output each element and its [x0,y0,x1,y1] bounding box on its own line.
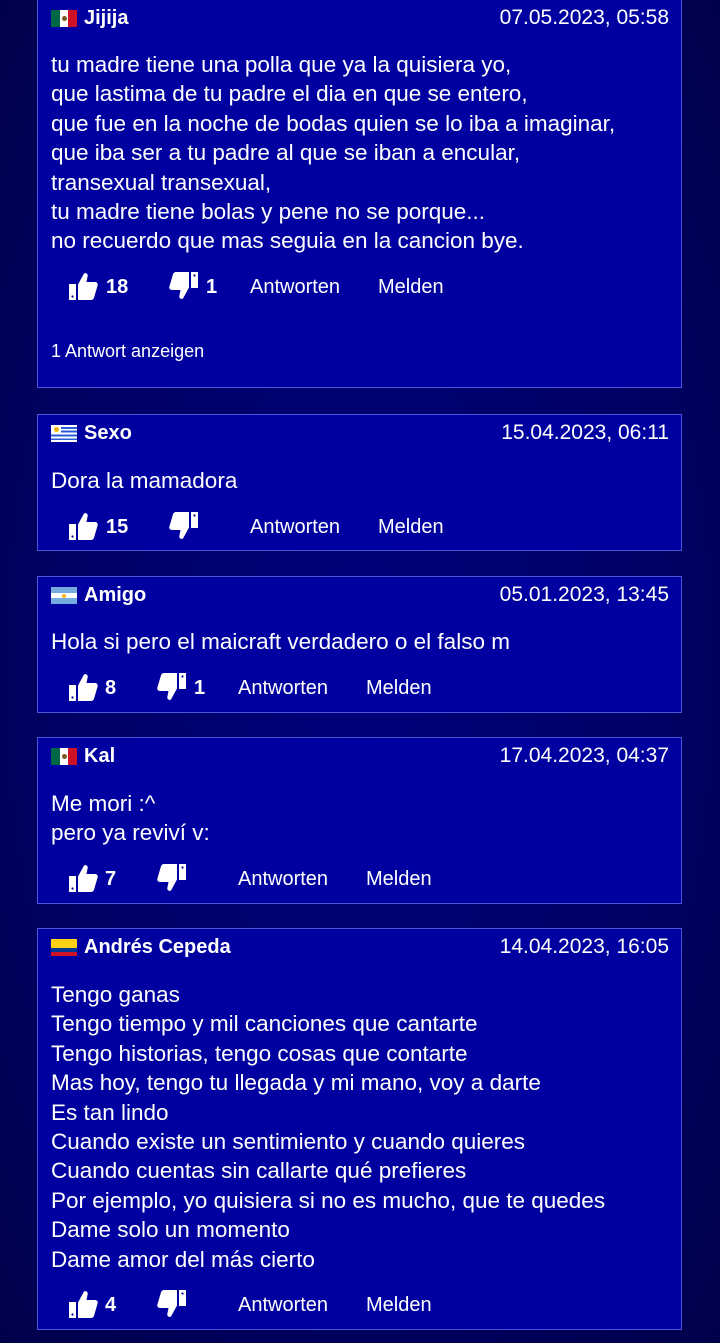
report-button[interactable]: Melden [366,671,432,705]
comment-line: Cuando cuentas sin callarte qué prefiere… [51,1158,467,1184]
comment-card: Jijija 07.05.2023, 05:58 tu madre tiene … [37,0,682,388]
comment-line: Dame amor del más cierto [51,1246,315,1272]
comment-line: pero ya reviví v: [51,820,210,846]
reply-button[interactable]: Antworten [250,510,340,544]
colombia-flag-icon [51,939,77,956]
comment-line: tu madre tiene bolas y pene no se porque… [51,199,486,225]
thumbs-up-icon[interactable] [67,510,99,542]
mexico-flag-icon [51,748,77,765]
comment-text: Dora la mamadora [51,466,673,495]
dislike-count: 1 [206,276,218,298]
comment-line: Tengo ganas [51,982,180,1007]
comment-line: Mas hoy, tengo tu llegada y mi mano, voy… [51,1070,541,1096]
uruguay-flag-icon [51,425,77,442]
thumbs-down-icon[interactable] [156,671,188,703]
comment-card: Andrés Cepeda 14.04.2023, 16:05 Tengo ga… [37,928,682,1330]
comment-actions: 7 Antworten Melden [38,862,681,896]
comment-card: Amigo 05.01.2023, 13:45 Hola si pero el … [37,576,682,713]
thumbs-down-icon[interactable] [156,1288,188,1320]
comment-date: 14.04.2023, 16:05 [499,935,669,958]
reply-button[interactable]: Antworten [238,671,328,705]
like-count: 15 [106,516,129,538]
comment-actions: 8 1 Antworten Melden [38,671,681,705]
report-button[interactable]: Melden [378,270,444,304]
comment-author[interactable]: Amigo [84,583,146,607]
comment-actions: 4 Antworten Melden [38,1288,681,1322]
comment-line: Dame solo un momento [51,1217,290,1243]
comment-actions: 18 1 Antworten Melden [38,270,681,304]
report-button[interactable]: Melden [378,510,444,544]
comment-line: Tengo tiempo y mil canciones que cantart… [51,1011,478,1037]
comment-card: Sexo 15.04.2023, 06:11 Dora la mamadora … [37,414,682,551]
comment-card: Kal 17.04.2023, 04:37 Me mori :^ pero ya… [37,737,682,904]
comment-text: Tengo ganas Tengo tiempo y mil canciones… [51,980,673,1274]
comment-author[interactable]: Sexo [84,421,132,445]
mexico-flag-icon [51,10,77,27]
comment-line: que fue en la noche de bodas quien se lo… [51,110,616,136]
like-count: 8 [105,677,117,699]
argentina-flag-icon [51,587,77,604]
thumbs-down-icon[interactable] [168,270,200,302]
reply-button[interactable]: Antworten [238,862,328,896]
comment-date: 17.04.2023, 04:37 [499,744,669,767]
comment-date: 05.01.2023, 13:45 [499,583,669,606]
report-button[interactable]: Melden [366,1288,432,1322]
report-button[interactable]: Melden [366,862,432,896]
comment-line: transexual transexual, [51,169,272,195]
like-count: 7 [105,868,117,890]
comment-line: Tengo historias, tengo cosas que contart… [51,1040,468,1066]
like-count: 18 [106,276,129,298]
thumbs-down-icon[interactable] [156,862,188,894]
thumbs-up-icon[interactable] [67,671,99,703]
reply-button[interactable]: Antworten [250,270,340,304]
show-replies-link[interactable]: 1 Antwort anzeigen [51,340,204,362]
comment-line: Dora la mamadora [51,468,238,493]
comment-line: tu madre tiene una polla que ya la quisi… [51,52,512,77]
comment-author[interactable]: Andrés Cepeda [84,935,231,959]
comment-date: 15.04.2023, 06:11 [501,421,669,444]
comment-line: Me mori :^ [51,791,156,816]
comment-line: que iba ser a tu padre al que se iban a … [51,140,521,166]
comment-line: Hola si pero el maicraft verdadero o el … [51,629,510,654]
thumbs-up-icon[interactable] [67,862,99,894]
thumbs-up-icon[interactable] [67,270,99,302]
comment-date: 07.05.2023, 05:58 [499,6,669,29]
thumbs-down-icon[interactable] [168,510,200,542]
comment-line: no recuerdo que mas seguia en la cancion… [51,228,524,254]
reply-button[interactable]: Antworten [238,1288,328,1322]
comment-line: que lastima de tu padre el dia en que se… [51,81,528,107]
comment-actions: 15 Antworten Melden [38,510,681,544]
comment-author[interactable]: Jijija [84,6,128,30]
comment-line: Es tan lindo [51,1099,169,1125]
comment-author[interactable]: Kal [84,744,115,768]
comment-text: Hola si pero el maicraft verdadero o el … [51,627,673,656]
dislike-count: 1 [194,677,206,699]
thumbs-up-icon[interactable] [67,1288,99,1320]
comment-line: Por ejemplo, yo quisiera si no es mucho,… [51,1187,606,1213]
comment-text: tu madre tiene una polla que ya la quisi… [51,50,673,256]
like-count: 4 [105,1294,117,1316]
comment-text: Me mori :^ pero ya reviví v: [51,789,673,848]
comment-line: Cuando existe un sentimiento y cuando qu… [51,1129,526,1155]
